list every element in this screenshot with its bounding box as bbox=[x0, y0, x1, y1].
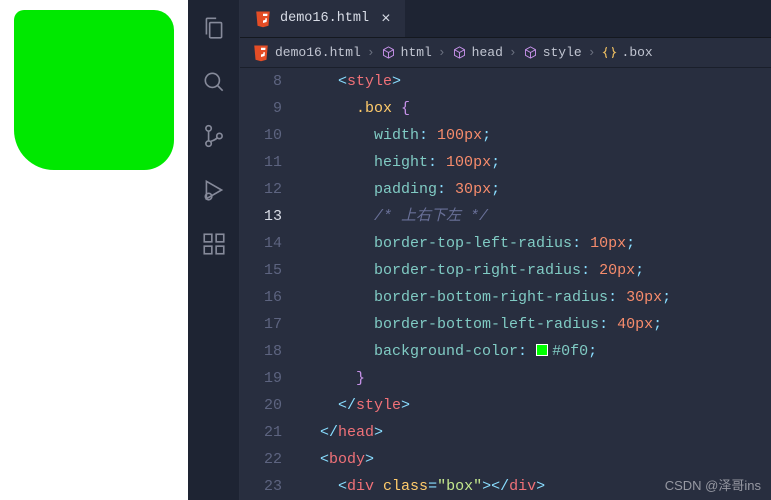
watermark: CSDN @泽哥ins bbox=[665, 475, 761, 494]
search-icon[interactable] bbox=[200, 68, 228, 96]
html5-icon bbox=[252, 44, 270, 62]
code-line: border-bottom-left-radius: 40px; bbox=[302, 311, 771, 338]
code-line: height: 100px; bbox=[302, 149, 771, 176]
close-icon[interactable]: × bbox=[381, 10, 391, 28]
chevron-right-icon: › bbox=[588, 45, 596, 60]
run-debug-icon[interactable] bbox=[200, 176, 228, 204]
source-control-icon[interactable] bbox=[200, 122, 228, 150]
cube-icon bbox=[381, 45, 396, 60]
cube-icon bbox=[452, 45, 467, 60]
breadcrumb-html[interactable]: html bbox=[381, 45, 432, 60]
code-line: background-color: #0f0; bbox=[302, 338, 771, 365]
brackets-icon bbox=[602, 45, 617, 60]
html5-icon bbox=[254, 10, 272, 28]
preview-pane bbox=[0, 0, 188, 500]
code-line: } bbox=[302, 365, 771, 392]
explorer-icon[interactable] bbox=[200, 14, 228, 42]
code-line: /* 上右下左 */ bbox=[302, 203, 771, 230]
chevron-right-icon: › bbox=[509, 45, 517, 60]
code-editor[interactable]: 8 9 10 11 12 13 14 15 16 17 18 19 20 21 … bbox=[240, 68, 771, 500]
code-line: width: 100px; bbox=[302, 122, 771, 149]
editor: demo16.html × demo16.html › html › head … bbox=[188, 0, 771, 500]
color-swatch[interactable] bbox=[536, 344, 548, 356]
chevron-right-icon: › bbox=[367, 45, 375, 60]
line-gutter: 8 9 10 11 12 13 14 15 16 17 18 19 20 21 … bbox=[240, 68, 302, 500]
code-line: padding: 30px; bbox=[302, 176, 771, 203]
code-line: border-top-left-radius: 10px; bbox=[302, 230, 771, 257]
breadcrumb-box[interactable]: .box bbox=[602, 45, 653, 60]
tab-demo16[interactable]: demo16.html × bbox=[240, 0, 405, 37]
rendered-box bbox=[14, 10, 174, 170]
breadcrumb-style[interactable]: style bbox=[523, 45, 582, 60]
code-line: <body> bbox=[302, 446, 771, 473]
cube-icon bbox=[523, 45, 538, 60]
code-line: border-bottom-right-radius: 30px; bbox=[302, 284, 771, 311]
code-line: <style> bbox=[302, 68, 771, 95]
main-area: demo16.html × demo16.html › html › head … bbox=[240, 0, 771, 500]
tab-label: demo16.html bbox=[280, 11, 369, 26]
breadcrumb-head[interactable]: head bbox=[452, 45, 503, 60]
tab-bar: demo16.html × bbox=[240, 0, 771, 38]
code-line: .box { bbox=[302, 95, 771, 122]
breadcrumb-file[interactable]: demo16.html bbox=[252, 44, 361, 62]
code-content[interactable]: <style> .box { width: 100px; height: 100… bbox=[302, 68, 771, 500]
code-line: </style> bbox=[302, 392, 771, 419]
activity-bar bbox=[188, 0, 240, 500]
extensions-icon[interactable] bbox=[200, 230, 228, 258]
chevron-right-icon: › bbox=[438, 45, 446, 60]
breadcrumb[interactable]: demo16.html › html › head › style › .box bbox=[240, 38, 771, 68]
code-line: border-top-right-radius: 20px; bbox=[302, 257, 771, 284]
code-line: </head> bbox=[302, 419, 771, 446]
